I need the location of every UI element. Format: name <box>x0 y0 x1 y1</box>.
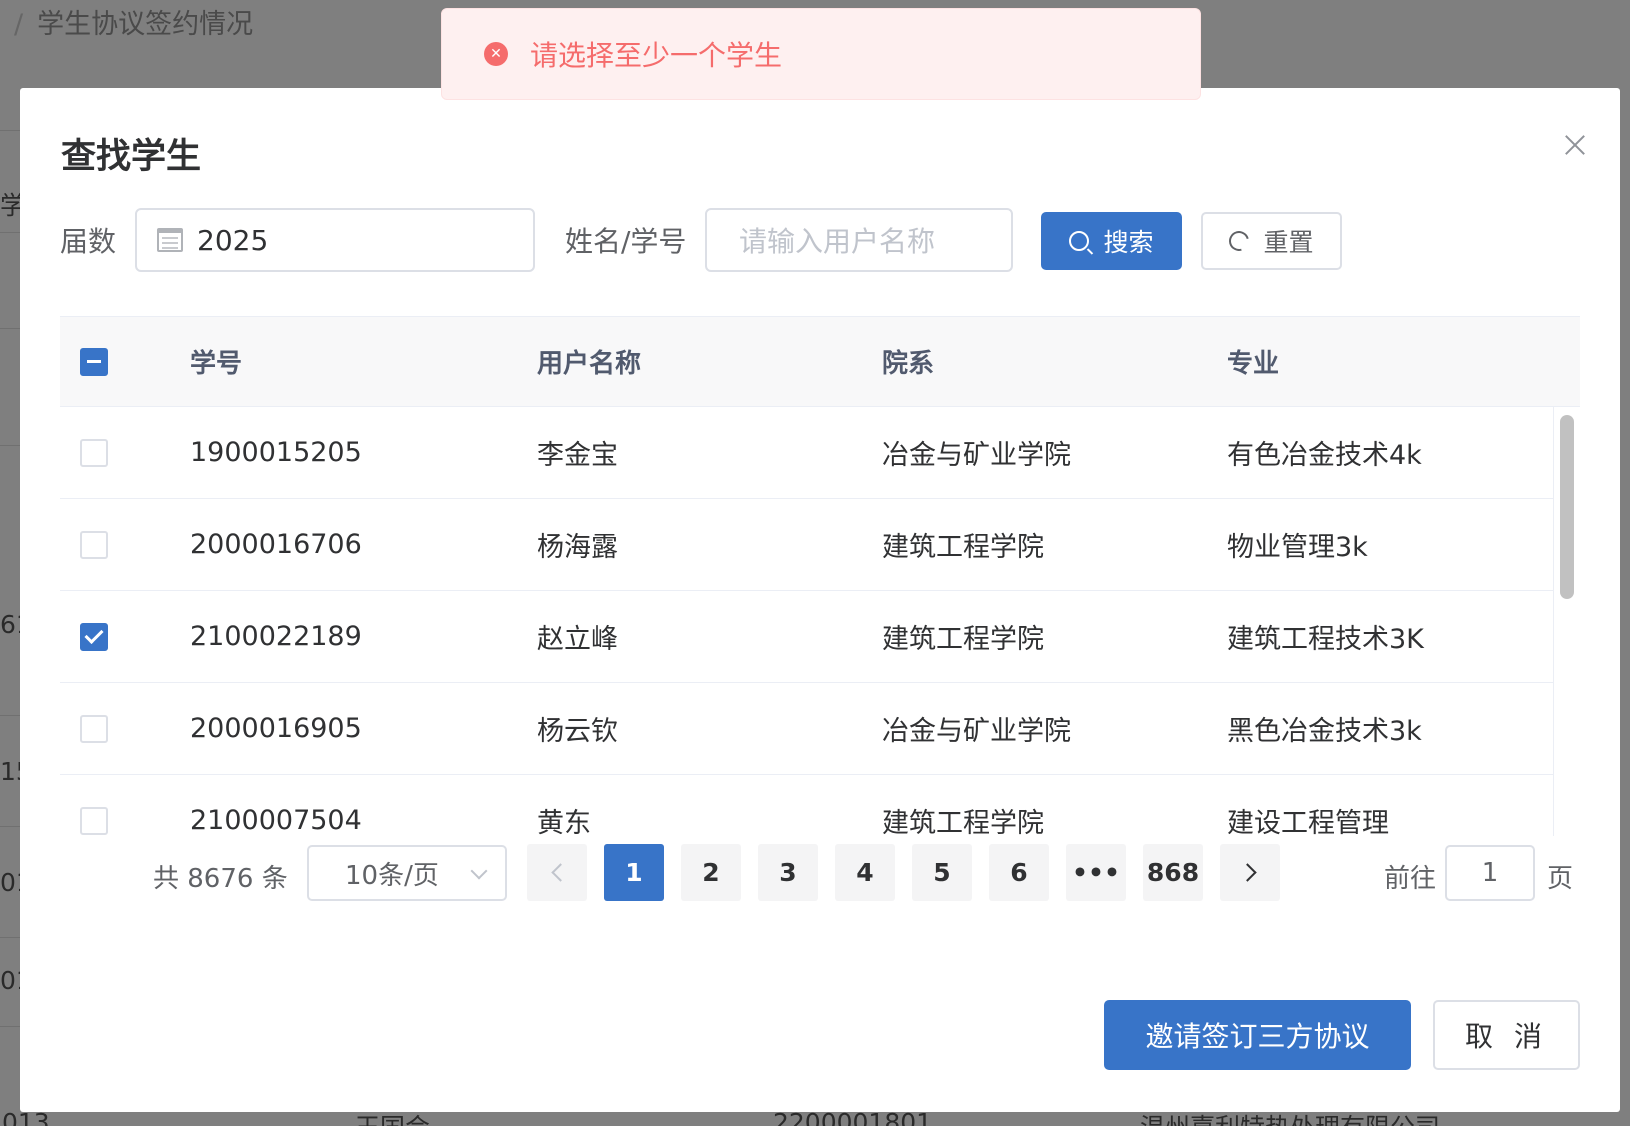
table-body: 1900015205 李金宝 冶金与矿业学院 有色冶金技术4k 20000167… <box>60 407 1580 836</box>
student-id-cell: 2100007504 <box>190 805 362 836</box>
bg-divider <box>0 445 20 446</box>
dialog-title: 查找学生 <box>61 137 202 177</box>
page-size-value: 10条/页 <box>345 860 439 891</box>
student-id-cell: 2000016905 <box>190 713 362 744</box>
page-number[interactable]: 2 <box>681 844 741 901</box>
table-row[interactable]: 2000016706 杨海露 建筑工程学院 物业管理3k <box>60 499 1553 591</box>
bg-edge-text: 61 <box>0 610 20 639</box>
bg-edge-text: 15 <box>0 757 20 786</box>
page-number[interactable]: 3 <box>758 844 818 901</box>
bg-divider <box>0 1026 20 1027</box>
prev-page-button[interactable] <box>527 844 587 901</box>
grade-label: 届数 <box>60 225 117 258</box>
major-cell: 黑色冶金技术3k <box>1227 716 1422 747</box>
calendar-icon <box>157 228 183 252</box>
find-student-dialog: 查找学生 届数 2025 姓名/学号 请输入用户名称 搜索 重置 学号 用户名称… <box>20 88 1620 1112</box>
row-checkbox[interactable] <box>80 806 108 835</box>
column-header-major[interactable]: 专业 <box>1227 343 1553 380</box>
page-size-select[interactable]: 10条/页 <box>307 845 507 901</box>
row-checkbox[interactable] <box>80 714 108 743</box>
row-checkbox[interactable] <box>80 530 108 559</box>
grade-value: 2025 <box>197 223 269 257</box>
reset-button[interactable]: 重置 <box>1201 212 1342 270</box>
pagination-total: 共 8676 条 <box>153 864 288 894</box>
reset-button-label: 重置 <box>1263 228 1314 257</box>
table-header: 学号 用户名称 院系 专业 <box>60 317 1580 407</box>
page-number[interactable]: 5 <box>912 844 972 901</box>
chevron-left-icon <box>550 863 570 882</box>
department-cell: 建筑工程学院 <box>882 808 1044 836</box>
page-suffix: 页 <box>1547 864 1574 894</box>
page-number[interactable]: 4 <box>835 844 895 901</box>
refresh-icon <box>1225 227 1254 255</box>
error-circle-icon: ✕ <box>484 42 508 66</box>
bg-edge-text: 01 <box>0 868 20 897</box>
table-row[interactable]: 1900015205 李金宝 冶金与矿业学院 有色冶金技术4k <box>60 407 1553 499</box>
error-message-toast: ✕ 请选择至少一个学生 <box>441 8 1201 100</box>
major-cell: 有色冶金技术4k <box>1227 440 1422 471</box>
name-id-label: 姓名/学号 <box>565 225 687 258</box>
user-name-cell: 杨云钦 <box>537 716 618 747</box>
table-row[interactable]: 2100007504 黄东 建筑工程学院 建设工程管理 <box>60 775 1553 836</box>
cancel-button[interactable]: 取 消 <box>1433 1000 1580 1070</box>
bg-divider <box>0 937 20 938</box>
major-cell: 物业管理3k <box>1227 532 1368 563</box>
column-header-student-id[interactable]: 学号 <box>190 343 537 380</box>
goto-page-input[interactable]: 1 <box>1445 845 1535 901</box>
column-header-department[interactable]: 院系 <box>882 343 1227 380</box>
user-name-cell: 李金宝 <box>537 440 618 471</box>
search-button-label: 搜索 <box>1103 228 1154 257</box>
page-number[interactable]: 1 <box>604 844 664 901</box>
page-number[interactable]: 868 <box>1143 844 1203 901</box>
search-icon <box>1069 231 1090 251</box>
bg-edge-text: 学 <box>0 191 20 220</box>
toast-message: 请选择至少一个学生 <box>530 39 783 72</box>
student-table: 学号 用户名称 院系 专业 1900015205 李金宝 冶金与矿业学院 有色冶… <box>60 316 1580 836</box>
student-id-cell: 1900015205 <box>190 437 362 468</box>
user-name-cell: 黄东 <box>537 808 591 836</box>
row-checkbox[interactable] <box>80 622 108 651</box>
student-id-cell: 2000016706 <box>190 529 362 560</box>
table-row[interactable]: 2100022189 赵立峰 建筑工程学院 建筑工程技术3K <box>60 591 1553 683</box>
table-row[interactable]: 2000016905 杨云钦 冶金与矿业学院 黑色冶金技术3k <box>60 683 1553 775</box>
bg-divider <box>0 826 20 827</box>
page-number[interactable]: 6 <box>989 844 1049 901</box>
goto-label: 前往 <box>1384 864 1437 894</box>
department-cell: 冶金与矿业学院 <box>882 716 1071 747</box>
chevron-right-icon <box>1237 863 1257 882</box>
major-cell: 建筑工程技术3K <box>1227 624 1424 655</box>
select-all-checkbox[interactable] <box>80 347 108 376</box>
column-header-user-name[interactable]: 用户名称 <box>537 343 882 380</box>
scrollbar-thumb[interactable] <box>1560 415 1574 599</box>
bg-divider <box>0 232 20 233</box>
grade-year-picker[interactable]: 2025 <box>135 208 535 272</box>
student-id-cell: 2100022189 <box>190 621 362 652</box>
breadcrumb: / 学生协议签约情况 <box>14 9 254 40</box>
page-ellipsis[interactable]: ••• <box>1066 844 1126 901</box>
table-scrollbar[interactable] <box>1553 407 1580 836</box>
close-icon[interactable] <box>1560 130 1590 160</box>
bg-divider <box>0 715 20 716</box>
user-name-cell: 杨海露 <box>537 532 618 563</box>
bg-divider <box>0 130 20 131</box>
invite-agreement-button[interactable]: 邀请签订三方协议 <box>1104 1000 1411 1070</box>
search-button[interactable]: 搜索 <box>1041 212 1182 270</box>
next-page-button[interactable] <box>1220 844 1280 901</box>
bg-edge-text: 01 <box>0 966 20 995</box>
breadcrumb-current: 学生协议签约情况 <box>37 9 254 40</box>
chevron-down-icon <box>470 862 488 880</box>
name-search-placeholder: 请输入用户名称 <box>739 225 936 258</box>
row-checkbox[interactable] <box>80 438 108 467</box>
department-cell: 建筑工程学院 <box>882 532 1044 563</box>
bg-divider <box>0 328 20 329</box>
name-search-input[interactable]: 请输入用户名称 <box>705 208 1013 272</box>
department-cell: 冶金与矿业学院 <box>882 440 1071 471</box>
department-cell: 建筑工程学院 <box>882 624 1044 655</box>
user-name-cell: 赵立峰 <box>537 624 618 655</box>
major-cell: 建设工程管理 <box>1227 808 1389 836</box>
